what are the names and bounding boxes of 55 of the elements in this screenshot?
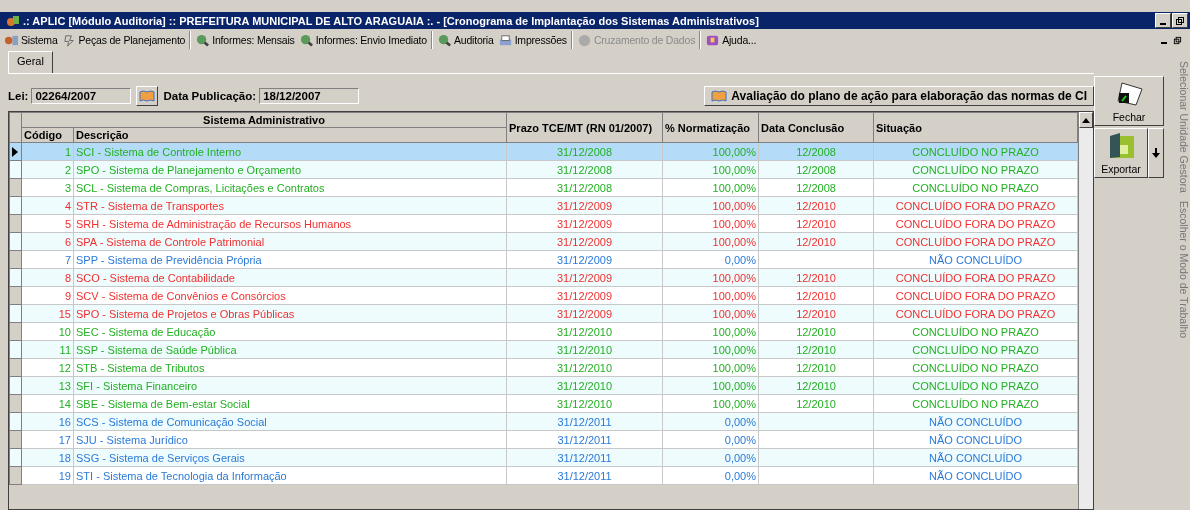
lightning-icon [61, 32, 77, 48]
export-button[interactable]: Exportar [1094, 128, 1148, 178]
table-cell: 12/2010 [796, 343, 836, 356]
up-arrow-icon [1082, 117, 1090, 123]
table-cell: 12/2010 [796, 325, 836, 338]
column-header: Sistema Administrativo [21, 112, 507, 128]
minimize-icon [1161, 42, 1167, 44]
book-icon [139, 89, 156, 103]
column-header[interactable]: Prazo TCE/MT (RN 01/2007) [506, 112, 663, 143]
minimize-button[interactable] [1155, 13, 1171, 28]
table-cell: 12/2010 [796, 379, 836, 392]
menu-item[interactable]: Ajuda... [705, 32, 757, 48]
printer-icon [497, 32, 513, 48]
table-cell: 12/2010 [796, 271, 836, 284]
menu-item[interactable]: Peças de Planejamento [61, 32, 186, 48]
law-field[interactable]: 02264/2007 [31, 88, 132, 104]
table-cell: 12/2010 [796, 199, 836, 212]
table-cell: 12/2010 [796, 289, 836, 302]
restore-button[interactable] [1172, 13, 1188, 28]
scrollbar[interactable] [1078, 112, 1093, 509]
minimize-icon [1160, 23, 1166, 25]
menu-item[interactable]: Informes: Envio Imediato [298, 32, 427, 48]
table-cell: 12/2010 [796, 235, 836, 248]
door-icon [1114, 79, 1144, 109]
down-arrow-icon [1152, 148, 1160, 158]
restore-button[interactable] [1173, 35, 1182, 45]
window-title: .: APLIC [Módulo Auditoria] :: PREFEITURA MUNICIPAL DE ALTO ARAGUAIA :. - [Cronograma de Implantação dos Sistemas Administrativos] [23, 14, 759, 27]
column-header[interactable]: Data Conclusão [758, 112, 874, 143]
table-cell: 12/2008 [796, 145, 836, 158]
restore-icon [1175, 15, 1185, 26]
menu-item[interactable]: Auditoria [437, 32, 494, 48]
menu-item[interactable]: Informes: Mensais [195, 32, 295, 48]
table-cell: 12/2010 [796, 361, 836, 374]
table-cell: 12/2008 [796, 181, 836, 194]
column-header[interactable]: Situação [873, 112, 1078, 143]
row-pointer-icon [12, 146, 18, 157]
menu-item[interactable]: Impressões [497, 32, 567, 48]
ball-icon [576, 32, 592, 48]
close-button[interactable]: Fechar [1094, 76, 1164, 126]
table-cell: 12/2010 [796, 217, 836, 230]
app-icon [6, 13, 20, 28]
evaluation-button[interactable]: Avaliação do plano de ação para elaboração das normas de CI [704, 86, 1094, 106]
book-button[interactable] [136, 86, 159, 106]
dropdown-button[interactable] [1148, 128, 1164, 178]
menu-item[interactable]: Sistema [4, 32, 58, 48]
table-cell: 12/2010 [796, 397, 836, 410]
book-icon [711, 89, 728, 103]
field-label: Lei: [8, 90, 29, 102]
column-header[interactable]: % Normatização [662, 112, 759, 143]
tab[interactable]: Geral [8, 51, 53, 73]
restore-icon [1173, 35, 1182, 45]
table-cell: 12/2008 [796, 163, 836, 176]
table-cell: 12/2010 [796, 307, 836, 320]
publication-date-field[interactable]: 18/12/2007 [259, 88, 360, 104]
field-label: Data Publicação: [163, 90, 257, 102]
